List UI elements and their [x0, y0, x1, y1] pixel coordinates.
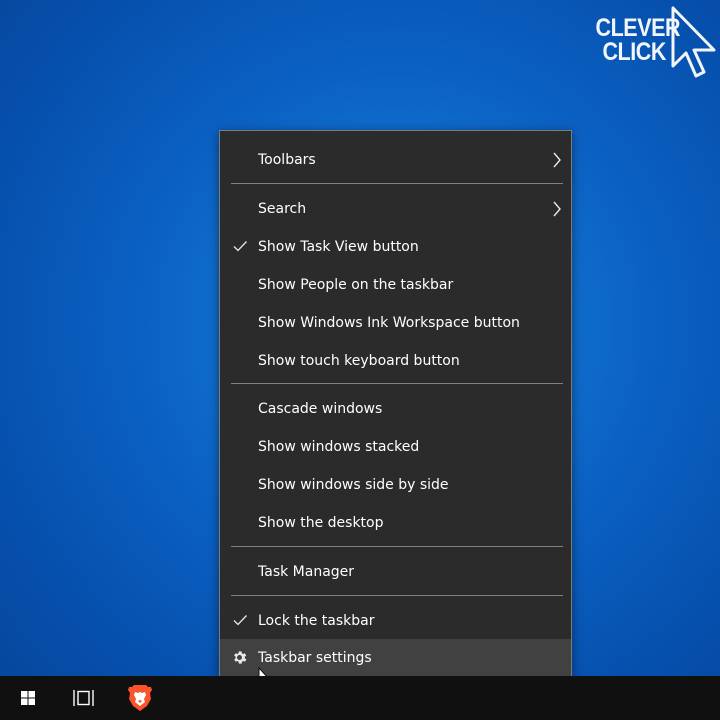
taskbar[interactable]	[0, 676, 720, 720]
menu-item-toolbars[interactable]: Toolbars	[220, 141, 571, 179]
menu-item-label: Show People on the taskbar	[258, 277, 454, 293]
watermark-line-2: CLICK	[602, 38, 666, 66]
menu-item-label: Show Task View button	[258, 239, 419, 255]
chevron-right-icon	[553, 152, 561, 168]
menu-item-label: Toolbars	[258, 152, 316, 168]
start-button[interactable]	[0, 676, 56, 720]
task-view-icon	[73, 690, 94, 706]
windows-logo-icon	[21, 691, 35, 705]
brave-lion-icon	[128, 685, 152, 711]
clever-click-watermark: CLEVER CLICK	[584, 6, 720, 78]
menu-item-show-people[interactable]: Show People on the taskbar	[220, 266, 571, 304]
menu-item-cascade-windows[interactable]: Cascade windows	[220, 390, 571, 428]
menu-item-show-task-view-button[interactable]: Show Task View button	[220, 228, 571, 266]
menu-item-show-windows-stacked[interactable]: Show windows stacked	[220, 428, 571, 466]
menu-item-show-touch-keyboard[interactable]: Show touch keyboard button	[220, 342, 571, 380]
watermark-text: CLEVER CLICK	[595, 14, 681, 66]
menu-item-label: Show Windows Ink Workspace button	[258, 315, 520, 331]
menu-item-label: Search	[258, 201, 307, 217]
menu-item-taskbar-settings[interactable]: Taskbar settings	[220, 639, 571, 677]
menu-item-label: Lock the taskbar	[258, 613, 375, 629]
menu-separator	[231, 183, 563, 184]
menu-item-label: Show the desktop	[258, 515, 384, 531]
checkmark-icon	[233, 241, 247, 252]
menu-item-task-manager[interactable]: Task Manager	[220, 553, 571, 591]
menu-separator	[231, 383, 563, 384]
checkmark-icon	[233, 615, 247, 626]
chevron-right-icon	[553, 201, 561, 217]
menu-item-label: Show touch keyboard button	[258, 353, 460, 369]
menu-item-show-windows-side-by-side[interactable]: Show windows side by side	[220, 466, 571, 504]
taskbar-context-menu: Toolbars Search Show Task View button Sh…	[219, 130, 572, 684]
menu-separator	[231, 595, 563, 596]
menu-item-label: Show windows stacked	[258, 439, 420, 455]
cursor-arrow-icon	[671, 6, 716, 78]
menu-item-label: Show windows side by side	[258, 477, 449, 493]
menu-item-label: Taskbar settings	[258, 650, 372, 666]
brave-browser-button[interactable]	[112, 676, 168, 720]
task-view-button[interactable]	[56, 676, 112, 720]
menu-item-label: Cascade windows	[258, 401, 383, 417]
menu-item-show-the-desktop[interactable]: Show the desktop	[220, 504, 571, 542]
menu-item-label: Task Manager	[258, 564, 355, 580]
gear-icon	[234, 651, 247, 664]
watermark-line-1: CLEVER	[595, 14, 681, 42]
menu-item-lock-the-taskbar[interactable]: Lock the taskbar	[220, 602, 571, 640]
menu-item-show-ink-workspace[interactable]: Show Windows Ink Workspace button	[220, 304, 571, 342]
menu-separator	[231, 546, 563, 547]
menu-item-search[interactable]: Search	[220, 190, 571, 228]
